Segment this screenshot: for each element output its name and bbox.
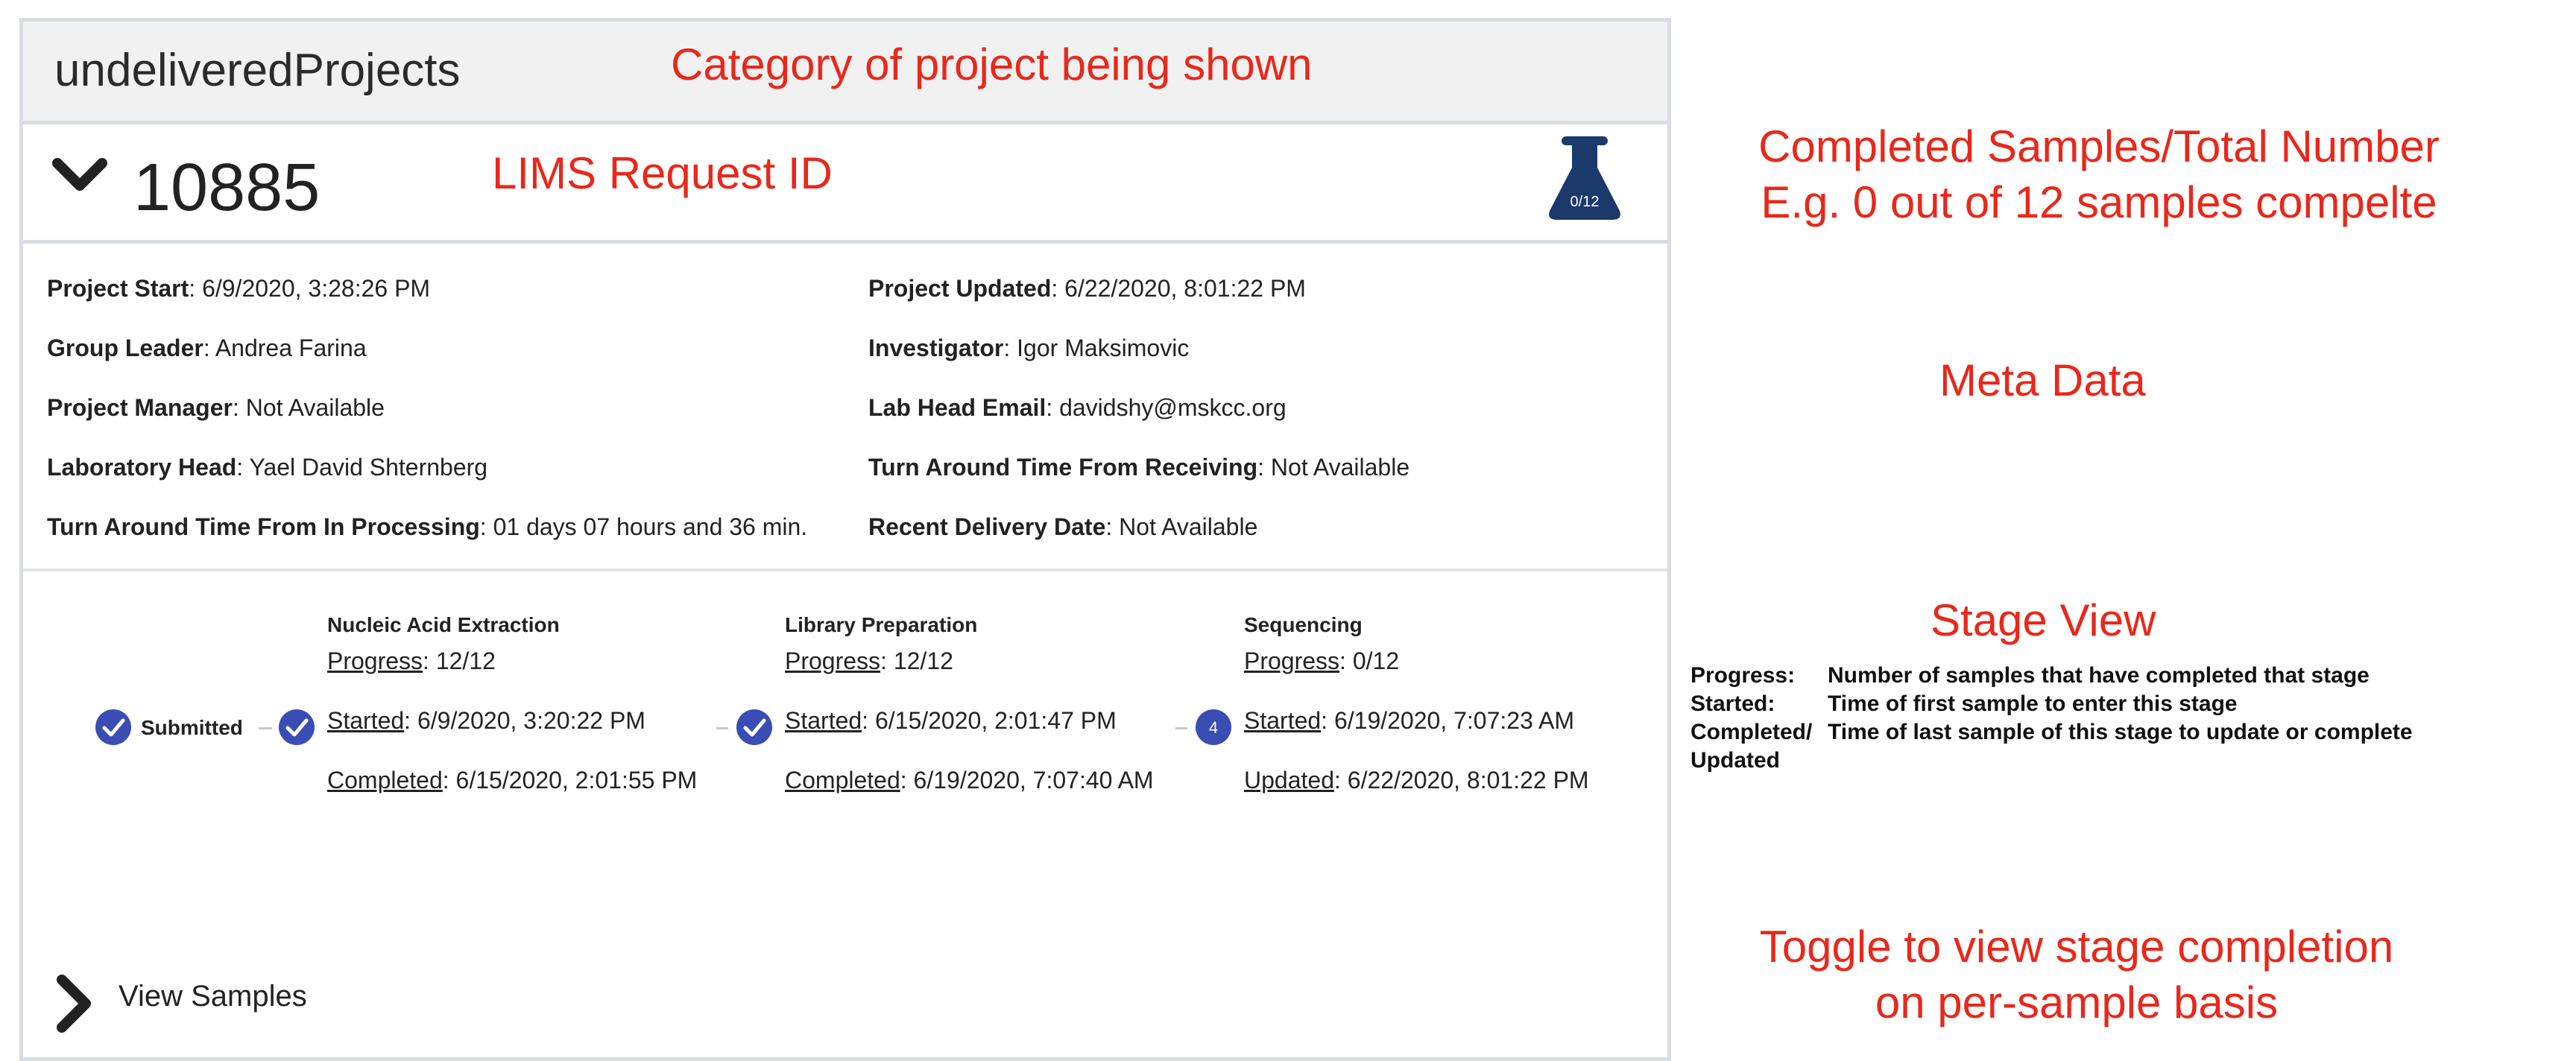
meta-investigator: Investigator: Igor Maksimovic	[868, 335, 1190, 361]
stage-started: Started: 6/19/2020, 7:07:23 AM	[1244, 707, 1574, 734]
project-id: 10885	[133, 151, 321, 225]
stage-connector	[1175, 727, 1187, 729]
stage-name-sequencing: Sequencing	[1244, 613, 1363, 636]
step-number-label: 4	[1209, 718, 1218, 737]
stage-connector	[716, 727, 728, 729]
stage-connector	[259, 727, 272, 729]
stage-check-icon	[279, 709, 315, 745]
meta-data-section: Project Start: 6/9/2020, 3:28:26 PM Grou…	[23, 244, 1667, 571]
annotation-stage-view: Stage View	[1931, 595, 2156, 645]
annotation-toggle-view: Toggle to view stage completion on per-s…	[1759, 922, 2394, 1027]
stage-progress: Progress: 0/12	[1244, 647, 1400, 674]
meta-tat-in-processing: Turn Around Time From In Processing: 01 …	[47, 513, 808, 540]
annotation-completed-samples: Completed Samples/Total Number E.g. 0 ou…	[1758, 121, 2440, 227]
flask-icon: 0/12	[1549, 136, 1620, 220]
stage-completed: Completed: 6/19/2020, 7:07:40 AM	[785, 767, 1154, 794]
chevron-down-icon[interactable]	[51, 157, 108, 194]
project-header[interactable]: 10885 0/12	[23, 124, 1667, 244]
chevron-right-icon[interactable]	[47, 974, 99, 1033]
view-samples-toggle[interactable]: View Samples	[119, 980, 307, 1013]
stage-check-icon	[736, 709, 772, 745]
meta-group-leader: Group Leader: Andrea Farina	[47, 335, 367, 361]
annotation-meta-data: Meta Data	[1939, 355, 2146, 405]
meta-project-manager: Project Manager: Not Available	[47, 394, 385, 421]
stage-progress: Progress: 12/12	[785, 647, 953, 674]
meta-lab-head-email: Lab Head Email: davidshy@mskcc.org	[868, 394, 1287, 421]
annotation-lims-request-id: LIMS Request ID	[492, 148, 833, 198]
submitted-check-icon	[95, 709, 131, 745]
meta-tat-from-receiving: Turn Around Time From Receiving: Not Ava…	[868, 454, 1410, 481]
stage-started: Started: 6/15/2020, 2:01:47 PM	[785, 707, 1117, 734]
step-number-icon: 4	[1196, 709, 1231, 745]
stage-name-nucleic-acid-extraction: Nucleic Acid Extraction	[327, 613, 560, 636]
project-panel: undeliveredProjects 10885 0/12 Project S…	[19, 18, 1671, 1061]
stage-completed: Completed: 6/15/2020, 2:01:55 PM	[327, 767, 698, 794]
meta-project-start: Project Start: 6/9/2020, 3:28:26 PM	[47, 275, 431, 302]
flask-progress-label: 0/12	[1570, 194, 1600, 210]
stage-started: Started: 6/9/2020, 3:20:22 PM	[327, 707, 645, 734]
stage-updated: Updated: 6/22/2020, 8:01:22 PM	[1244, 767, 1589, 794]
meta-laboratory-head: Laboratory Head: Yael David Shternberg	[47, 454, 488, 481]
meta-project-updated: Project Updated: 6/22/2020, 8:01:22 PM	[868, 275, 1306, 302]
submitted-label: Submitted	[141, 716, 243, 739]
annotation-category: Category of project being shown	[671, 39, 1313, 89]
stage-progress: Progress: 12/12	[327, 647, 496, 674]
stage-name-library-preparation: Library Preparation	[785, 613, 978, 636]
stage-view: Submitted Nucleic Acid Extraction Progre…	[23, 574, 1667, 932]
meta-recent-delivery-date: Recent Delivery Date: Not Available	[868, 513, 1258, 540]
category-title: undeliveredProjects	[54, 45, 461, 96]
